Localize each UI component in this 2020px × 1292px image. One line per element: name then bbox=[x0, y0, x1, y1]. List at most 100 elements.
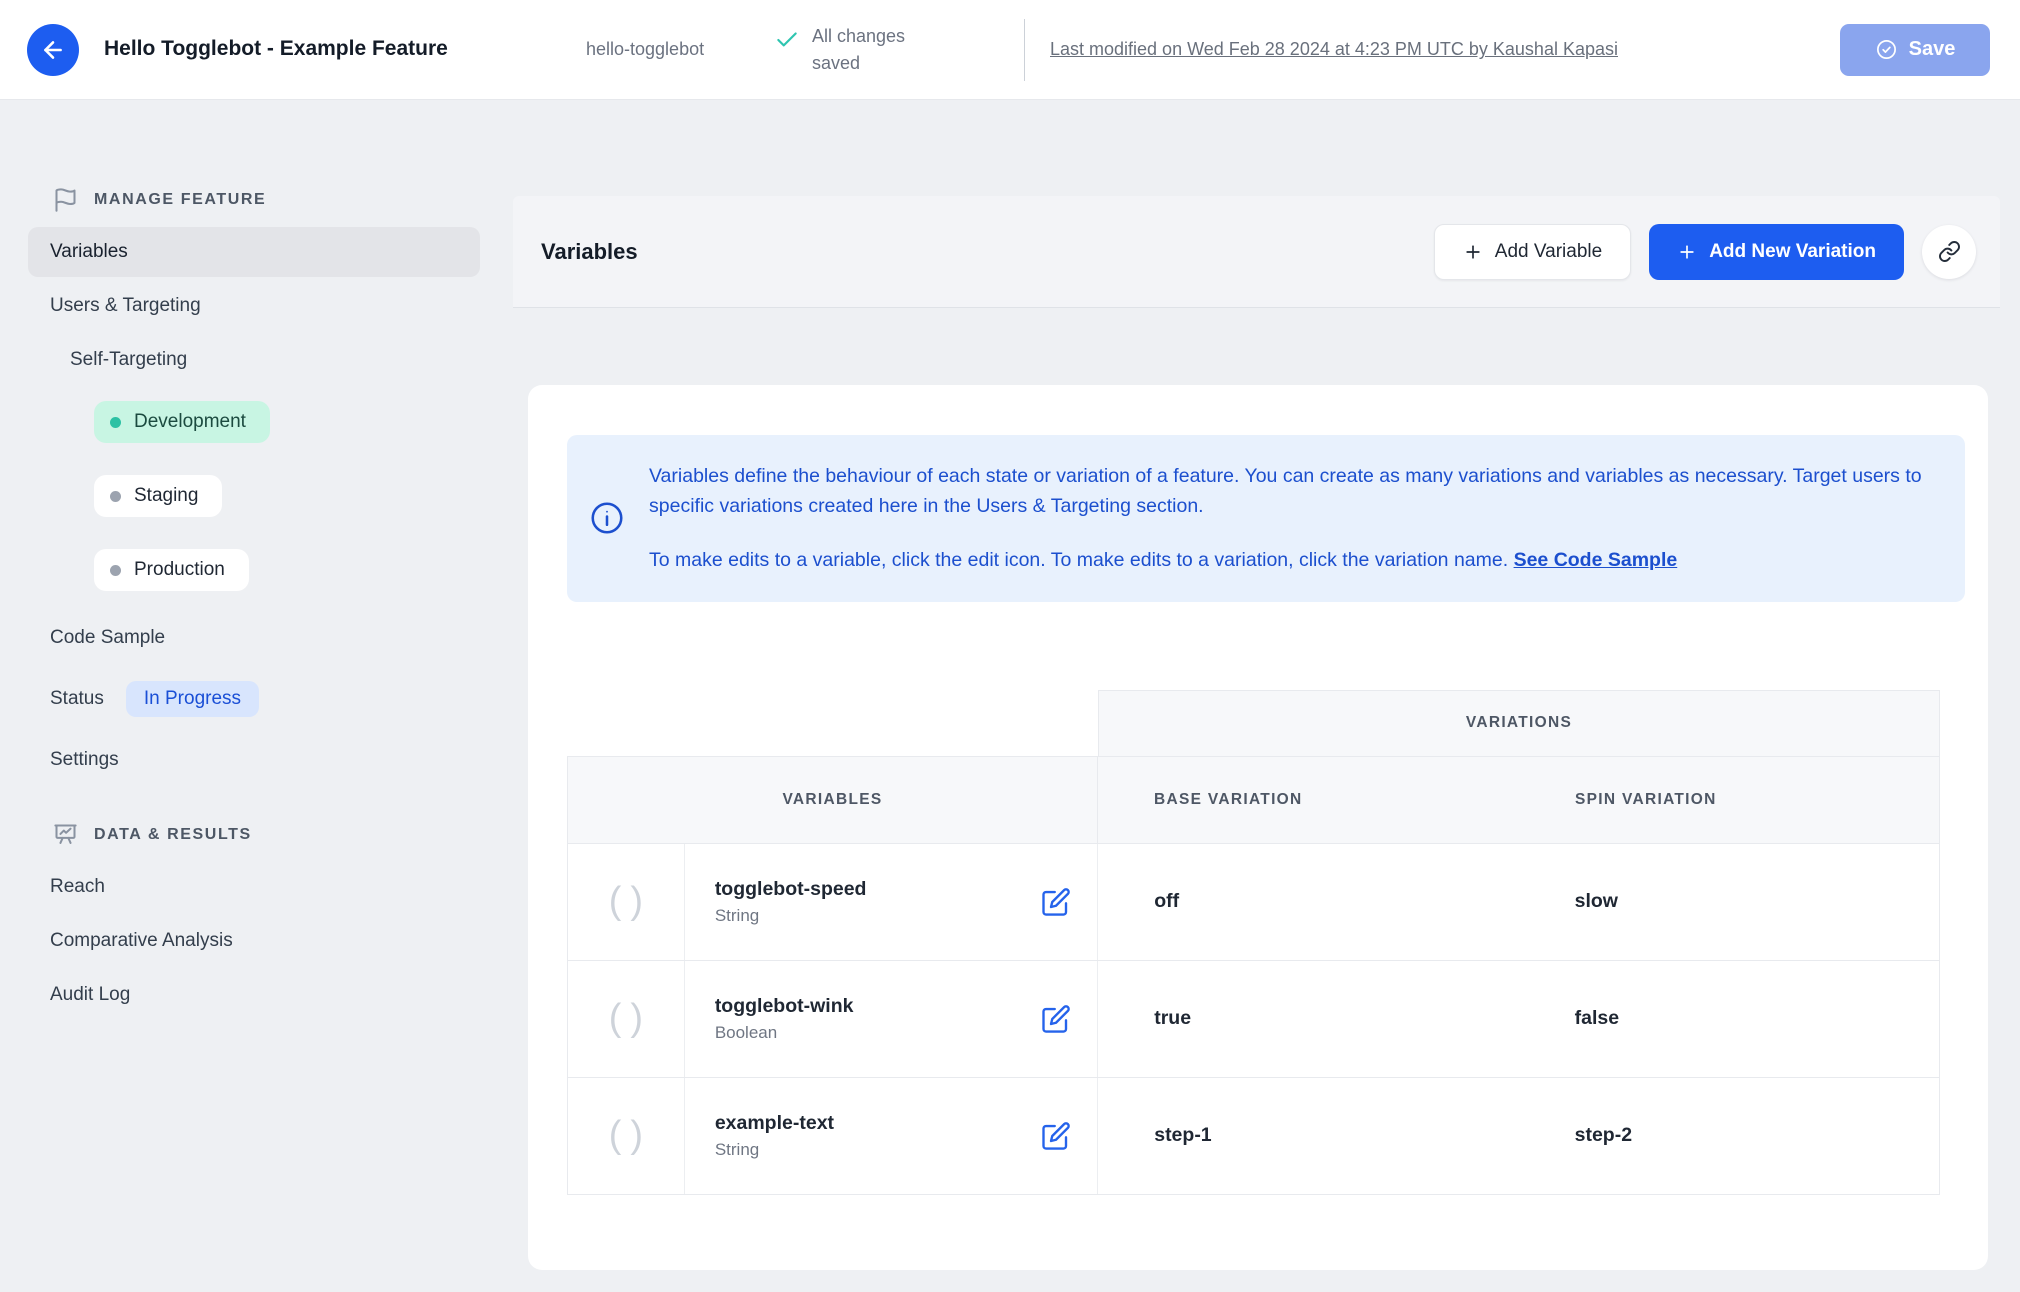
parentheses-icon: () bbox=[608, 880, 653, 923]
sidebar: MANAGE FEATURE Variables Users & Targeti… bbox=[0, 100, 505, 1292]
circle-check-icon bbox=[1875, 38, 1898, 61]
env-label: Staging bbox=[134, 485, 199, 506]
sidebar-item-self-targeting[interactable]: Self-Targeting bbox=[28, 335, 480, 385]
environment-list: Development Staging Production bbox=[28, 391, 505, 613]
save-button-label: Save bbox=[1908, 38, 1956, 60]
variable-name-cell: togglebot-speed String bbox=[685, 843, 1099, 960]
info-banner-text: Variables define the behaviour of each s… bbox=[649, 461, 1931, 576]
variations-group-label: VARIATIONS bbox=[1465, 714, 1573, 732]
edit-pencil-icon bbox=[1041, 887, 1071, 917]
main-content: Variables Add Variable Add New Variation bbox=[505, 100, 2020, 1292]
variations-group-header: VARIATIONS bbox=[1098, 689, 1940, 756]
add-variable-button[interactable]: Add Variable bbox=[1433, 223, 1632, 280]
variable-name-cell: togglebot-wink Boolean bbox=[685, 960, 1099, 1077]
base-variation-value: true bbox=[1154, 1007, 1192, 1030]
sidebar-item-users-targeting[interactable]: Users & Targeting bbox=[28, 281, 480, 331]
check-icon bbox=[774, 27, 800, 53]
section-title: Variables bbox=[541, 238, 638, 264]
table-group-spacer bbox=[567, 690, 1098, 756]
sidebar-item-comparative-analysis[interactable]: Comparative Analysis bbox=[28, 916, 480, 966]
variable-name-cell: example-text String bbox=[685, 1077, 1099, 1194]
variable-name: togglebot-wink bbox=[714, 995, 854, 1018]
variable-type-cell: () bbox=[568, 843, 685, 960]
env-dot-development bbox=[110, 416, 121, 428]
variable-name: togglebot-speed bbox=[714, 878, 867, 901]
add-variable-label: Add Variable bbox=[1494, 240, 1603, 262]
plus-icon bbox=[1463, 242, 1483, 262]
edit-pencil-icon bbox=[1041, 1121, 1071, 1151]
column-header-variables: VARIABLES bbox=[567, 755, 1098, 844]
base-variation-value: step-1 bbox=[1154, 1124, 1212, 1147]
env-dot-staging bbox=[110, 490, 121, 502]
sidebar-item-variables[interactable]: Variables bbox=[28, 227, 480, 277]
column-header-label: SPIN VARIATION bbox=[1575, 790, 1717, 808]
table-group-header-row: VARIATIONS bbox=[567, 689, 1940, 756]
env-pill-development[interactable]: Development bbox=[94, 401, 270, 443]
sidebar-section-manage-feature: MANAGE FEATURE bbox=[52, 186, 505, 213]
info-banner: Variables define the behaviour of each s… bbox=[567, 435, 1965, 602]
variables-table: VARIATIONS VARIABLES BASE VARIATION SPIN… bbox=[567, 689, 1940, 1195]
status-label: Status bbox=[50, 688, 104, 709]
sidebar-section-label: DATA & RESULTS bbox=[94, 825, 252, 843]
last-modified-link[interactable]: Last modified on Wed Feb 28 2024 at 4:23… bbox=[1050, 36, 1712, 62]
info-icon bbox=[589, 500, 625, 536]
presentation-chart-icon bbox=[52, 821, 79, 848]
env-pill-production[interactable]: Production bbox=[94, 549, 249, 591]
env-label: Development bbox=[134, 411, 246, 432]
back-button[interactable] bbox=[27, 23, 79, 76]
base-variation-value: off bbox=[1154, 890, 1180, 913]
table-column-header-row: VARIABLES BASE VARIATION SPIN VARIATION bbox=[567, 755, 1940, 844]
sidebar-item-status[interactable]: Status In Progress bbox=[28, 667, 480, 731]
variable-type: String bbox=[714, 1140, 760, 1160]
top-header: Hello Togglebot - Example Feature hello-… bbox=[0, 0, 2020, 100]
sidebar-section-data-results: DATA & RESULTS bbox=[52, 821, 505, 848]
table-row: () togglebot-wink Boolean true false bbox=[567, 960, 1940, 1078]
add-new-variation-label: Add New Variation bbox=[1709, 240, 1876, 262]
sidebar-item-settings[interactable]: Settings bbox=[28, 735, 480, 785]
column-header-label: BASE VARIATION bbox=[1154, 790, 1303, 808]
env-dot-production bbox=[110, 564, 121, 576]
banner-paragraph-1: Variables define the behaviour of each s… bbox=[649, 465, 1922, 518]
status-badge[interactable]: In Progress bbox=[125, 681, 260, 717]
flag-icon bbox=[52, 186, 79, 213]
save-button[interactable]: Save bbox=[1840, 23, 1990, 76]
sidebar-item-code-sample[interactable]: Code Sample bbox=[28, 613, 480, 663]
parentheses-icon: () bbox=[608, 1114, 653, 1157]
column-header-base-variation: BASE VARIATION bbox=[1098, 755, 1519, 844]
spin-variation-value: slow bbox=[1574, 890, 1618, 913]
add-new-variation-button[interactable]: Add New Variation bbox=[1649, 223, 1904, 280]
edit-variable-button[interactable] bbox=[1041, 887, 1071, 917]
table-row: () example-text String step-1 step-2 bbox=[567, 1077, 1940, 1195]
link-icon bbox=[1938, 240, 1961, 263]
variable-type-cell: () bbox=[568, 1077, 685, 1194]
parentheses-icon: () bbox=[608, 997, 653, 1040]
copy-link-button[interactable] bbox=[1922, 224, 1976, 279]
variable-type: String bbox=[714, 906, 760, 926]
variables-card: Variables define the behaviour of each s… bbox=[528, 385, 1988, 1270]
page-title: Hello Togglebot - Example Feature bbox=[104, 37, 448, 61]
banner-paragraph-2-text: To make edits to a variable, click the e… bbox=[649, 549, 1509, 572]
plus-icon bbox=[1677, 242, 1697, 262]
edit-variable-button[interactable] bbox=[1041, 1121, 1071, 1151]
sidebar-section-label: MANAGE FEATURE bbox=[94, 190, 267, 208]
edit-variable-button[interactable] bbox=[1041, 1004, 1071, 1034]
see-code-sample-link[interactable]: See Code Sample bbox=[1514, 549, 1678, 571]
save-status-text: All changes saved bbox=[812, 26, 906, 73]
table-row: () togglebot-speed String off slow bbox=[567, 843, 1940, 961]
sidebar-item-reach[interactable]: Reach bbox=[28, 862, 480, 912]
banner-paragraph-2: To make edits to a variable, click the e… bbox=[649, 545, 1931, 575]
column-header-label: VARIABLES bbox=[782, 790, 883, 808]
edit-pencil-icon bbox=[1041, 1004, 1071, 1034]
variable-name: example-text bbox=[714, 1112, 835, 1135]
env-pill-staging[interactable]: Staging bbox=[94, 475, 223, 517]
feature-key: hello-togglebot bbox=[586, 39, 705, 60]
variable-type-cell: () bbox=[568, 960, 685, 1077]
header-divider bbox=[1024, 18, 1025, 81]
variables-toolbar: Variables Add Variable Add New Variation bbox=[513, 196, 2000, 308]
sidebar-item-audit-log[interactable]: Audit Log bbox=[28, 970, 480, 1020]
spin-variation-value: step-2 bbox=[1574, 1124, 1633, 1147]
spin-variation-value: false bbox=[1574, 1007, 1620, 1030]
env-label: Production bbox=[134, 559, 225, 580]
arrow-left-icon bbox=[40, 37, 66, 63]
column-header-spin-variation: SPIN VARIATION bbox=[1519, 755, 1940, 844]
